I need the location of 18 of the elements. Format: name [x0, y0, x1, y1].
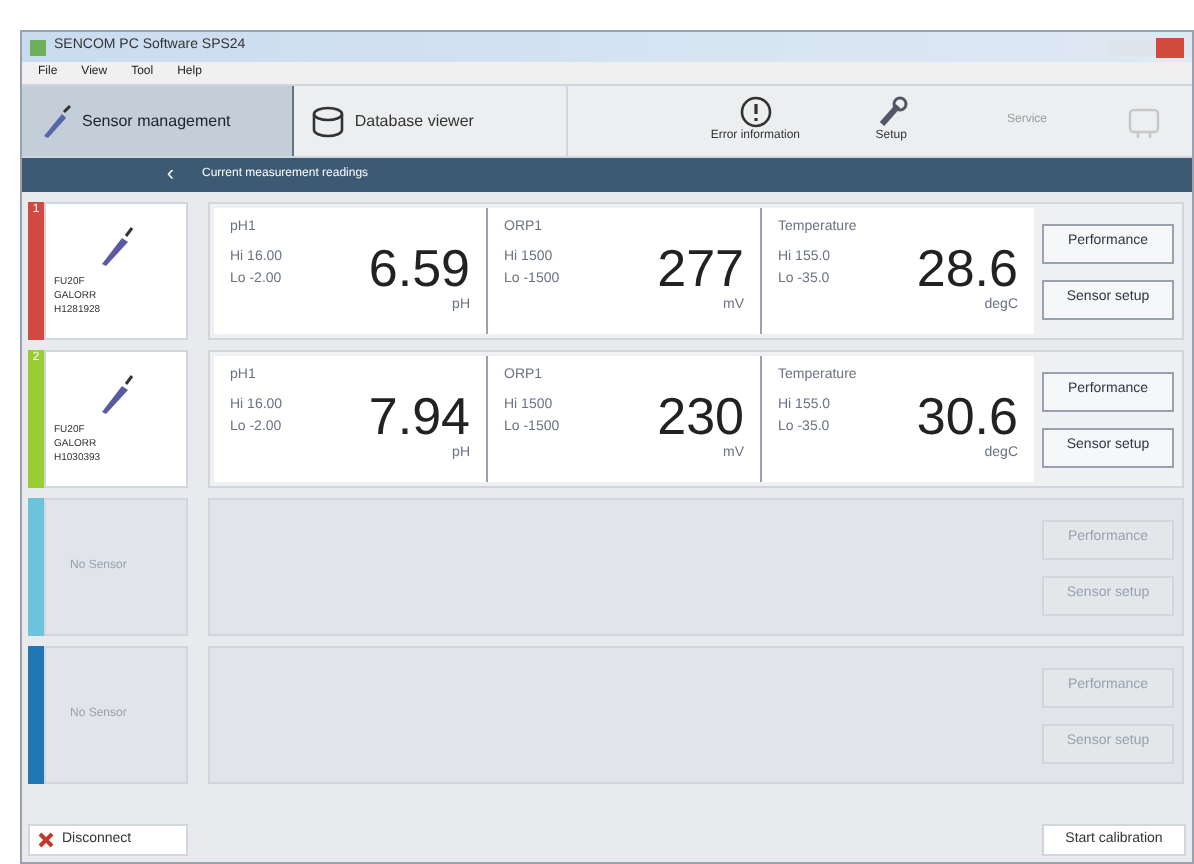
exclamation-icon	[739, 96, 772, 128]
measurement-value: 28.6	[916, 240, 1018, 297]
sensor-management-tab[interactable]: Sensor management	[22, 86, 295, 156]
probe-icon	[96, 372, 136, 416]
measurement-value: 7.94	[368, 388, 470, 445]
measurement-value: 30.6	[916, 388, 1018, 445]
device-icon	[1123, 103, 1164, 139]
measurement-value: 277	[657, 240, 744, 297]
probe-icon	[38, 103, 74, 139]
app-icon	[30, 39, 46, 55]
measurement-value: 230	[657, 388, 744, 445]
probe-icon	[96, 224, 136, 268]
wrench-icon	[875, 96, 908, 128]
back-button[interactable]: ‹	[22, 164, 182, 186]
measurement-value: 6.59	[368, 240, 470, 297]
disconnect-icon	[38, 832, 54, 848]
database-icon	[310, 105, 347, 137]
window-controls-icon[interactable]	[1108, 37, 1184, 57]
